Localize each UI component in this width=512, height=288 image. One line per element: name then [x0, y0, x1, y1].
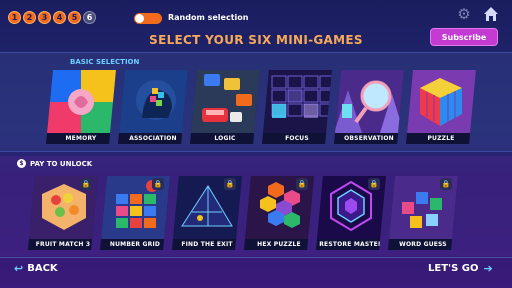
game-label-hex-puzzle: HEX PUZZLE [244, 239, 314, 250]
gear-icon[interactable]: ⚙ [456, 6, 472, 22]
game-label-number-grid: NUMBER GRID [100, 239, 170, 250]
game-card-association[interactable]: ASSOCIATION [118, 70, 188, 144]
toggle-knob [135, 14, 144, 23]
lock-icon: 🔒 [368, 178, 380, 190]
step-6: 6 [83, 11, 96, 24]
random-selection-label: Random selection [168, 13, 249, 22]
back-button[interactable]: ↩ BACK [14, 262, 58, 275]
game-label-find-the-exit: FIND THE EXIT [172, 239, 242, 250]
lock-icon: 🔒 [296, 178, 308, 190]
coin-icon: $ [17, 159, 26, 168]
association-thumbnail [118, 70, 188, 133]
home-icon[interactable] [482, 5, 500, 23]
forward-arrow-icon: ➔ [483, 262, 493, 275]
bottom-divider [0, 257, 512, 258]
game-label-logic: LOGIC [190, 133, 260, 144]
puzzle-thumbnail [406, 70, 476, 133]
basic-selection-label: BASIC SELECTION [70, 58, 140, 66]
step-1: 1 [8, 11, 21, 24]
memory-thumbnail [46, 70, 116, 133]
lock-icon: 🔒 [224, 178, 236, 190]
subscribe-button[interactable]: Subscribe [430, 28, 498, 46]
game-card-logic[interactable]: LOGIC [190, 70, 260, 144]
game-card-word-guess[interactable]: 🔒 WORD GUESS [388, 176, 458, 250]
step-5: 5 [68, 11, 81, 24]
game-card-memory[interactable]: MEMORY [46, 70, 116, 144]
observation-thumbnail [334, 70, 404, 133]
pay-to-unlock-label: PAY TO UNLOCK [30, 160, 93, 168]
game-label-association: ASSOCIATION [118, 133, 188, 144]
focus-thumbnail [262, 70, 332, 133]
game-label-focus: FOCUS [262, 133, 332, 144]
game-label-fruit-match-3: FRUIT MATCH 3 [28, 239, 98, 250]
selection-steps: 1 2 3 4 5 6 [8, 11, 96, 24]
lets-go-label: LET'S GO [428, 263, 479, 274]
game-label-restore-master: RESTORE MASTER [316, 239, 386, 250]
lock-icon: 🔒 [440, 178, 452, 190]
step-2: 2 [23, 11, 36, 24]
game-card-number-grid[interactable]: 🔒 NUMBER GRID [100, 176, 170, 250]
game-card-hex-puzzle[interactable]: 🔒 HEX PUZZLE [244, 176, 314, 250]
game-label-word-guess: WORD GUESS [388, 239, 458, 250]
game-card-find-the-exit[interactable]: 🔒 FIND THE EXIT [172, 176, 242, 250]
game-card-restore-master[interactable]: 🔒 RESTORE MASTER [316, 176, 386, 250]
game-card-puzzle[interactable]: PUZZLE [406, 70, 476, 144]
game-card-observation[interactable]: OBSERVATION [334, 70, 404, 144]
game-label-observation: OBSERVATION [334, 133, 404, 144]
step-4: 4 [53, 11, 66, 24]
game-label-puzzle: PUZZLE [406, 133, 476, 144]
back-label: BACK [27, 263, 58, 274]
step-3: 3 [38, 11, 51, 24]
logic-thumbnail [190, 70, 260, 133]
game-card-fruit-match-3[interactable]: 🔒 FRUIT MATCH 3 [28, 176, 98, 250]
back-arrow-icon: ↩ [14, 262, 24, 275]
lets-go-button[interactable]: LET'S GO ➔ [428, 262, 493, 275]
lock-icon: 🔒 [152, 178, 164, 190]
random-selection-toggle[interactable] [134, 13, 162, 24]
game-card-focus[interactable]: FOCUS [262, 70, 332, 144]
game-label-memory: MEMORY [46, 133, 116, 144]
lock-icon: 🔒 [80, 178, 92, 190]
